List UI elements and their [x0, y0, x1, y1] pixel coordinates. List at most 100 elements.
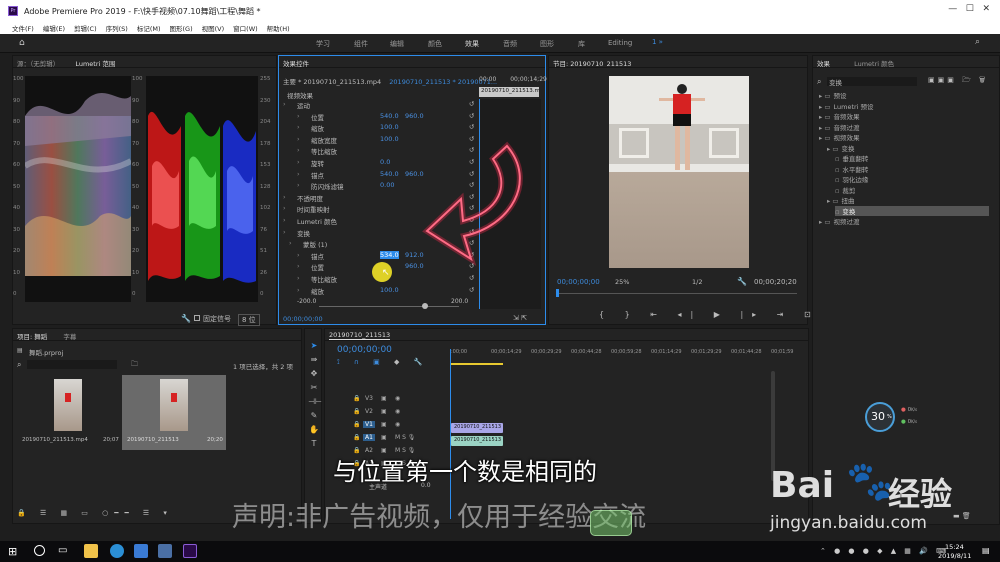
- effects-tree-item[interactable]: ▫ 变换: [835, 205, 989, 216]
- program-playhead[interactable]: [556, 289, 559, 297]
- expand-chevron-icon[interactable]: ›: [283, 204, 286, 212]
- reset-icon[interactable]: ↺: [469, 100, 474, 108]
- expand-chevron-icon[interactable]: ›: [297, 146, 300, 154]
- tab-lumetri-scopes[interactable]: Lumetri 范围: [75, 60, 116, 67]
- sync-icon[interactable]: ▣: [381, 421, 387, 428]
- media-app-icon[interactable]: [158, 544, 172, 558]
- effect-value-x[interactable]: 534.0: [380, 250, 399, 259]
- menu-item[interactable]: 帮助(H): [267, 25, 290, 33]
- effect-row[interactable]: › 缩放 100.0 ↺: [283, 123, 479, 134]
- track-header[interactable]: 🔒 V3 ▣ ◉: [325, 395, 450, 407]
- track-label[interactable]: A1: [363, 434, 375, 441]
- expand-chevron-icon[interactable]: ›: [297, 251, 300, 259]
- windows-start-icon[interactable]: ⊞: [8, 545, 17, 558]
- sync-icon[interactable]: ▣: [381, 434, 387, 441]
- settings-wrench-icon[interactable]: 🔧: [737, 277, 747, 286]
- expand-chevron-icon[interactable]: ›: [283, 100, 286, 108]
- browser-icon[interactable]: [110, 544, 124, 558]
- reset-icon[interactable]: ↺: [469, 286, 474, 294]
- workspace-tab[interactable]: 音频: [503, 39, 517, 49]
- effect-value-x[interactable]: 540.0: [380, 170, 399, 178]
- expand-chevron-icon[interactable]: ›: [297, 135, 300, 143]
- type-icon[interactable]: T: [308, 437, 320, 451]
- menu-item[interactable]: 编辑(E): [43, 25, 65, 33]
- track-header[interactable]: 🔒 V1 ▣ ◉: [325, 421, 450, 433]
- expand-chevron-icon[interactable]: ›: [297, 286, 300, 294]
- effect-row[interactable]: › 运动 ↺: [283, 100, 479, 111]
- timeline-playhead[interactable]: [450, 349, 451, 519]
- premiere-taskbar-icon[interactable]: [183, 544, 197, 558]
- expand-chevron-icon[interactable]: ›: [283, 216, 286, 224]
- pen-icon[interactable]: ✎: [308, 409, 320, 423]
- effects-tree-item[interactable]: ▸ ▭ 视频过渡: [819, 216, 859, 226]
- project-item[interactable]: 20190710_211513.mp4 20;07: [17, 375, 119, 450]
- effects-tree-item[interactable]: ▫ 裁剪: [835, 185, 855, 195]
- menu-item[interactable]: 视图(V): [202, 25, 225, 33]
- expand-chevron-icon[interactable]: ›: [297, 274, 300, 282]
- workspace-tab[interactable]: 颜色: [428, 39, 442, 49]
- effect-row[interactable]: › 位置 540.0 960.0 ↺: [283, 112, 479, 123]
- effect-value-x[interactable]: 540.0: [380, 112, 399, 120]
- workspace-tab[interactable]: 组件: [354, 39, 368, 49]
- workspace-tab[interactable]: Editing: [608, 39, 632, 47]
- expand-chevron-icon[interactable]: ›: [297, 262, 300, 270]
- tab-source[interactable]: 源：（无剪辑）: [17, 60, 59, 67]
- track-label[interactable]: V3: [363, 395, 375, 402]
- workspace-tab[interactable]: 效果: [465, 39, 479, 49]
- program-scrubber[interactable]: [557, 293, 797, 294]
- razor-icon[interactable]: ✂: [308, 381, 320, 395]
- mic-icon[interactable]: M S 🎙: [395, 434, 415, 441]
- effect-value-x[interactable]: 100.0: [380, 286, 399, 294]
- workspace-menu-icon[interactable]: 1 »: [652, 38, 663, 46]
- eye-icon[interactable]: ◉: [395, 395, 400, 402]
- effect-value-x[interactable]: 100.0: [380, 135, 399, 143]
- filter-icons[interactable]: ▣▣▣ 🗁 🗑: [928, 76, 988, 87]
- bit-depth-select[interactable]: 8 位: [238, 314, 260, 326]
- tray-icons[interactable]: ⌃ ● ● ● ◆ ▲ ▦ 🔊 ⌨: [820, 547, 949, 555]
- workspace-tab[interactable]: 学习: [316, 39, 330, 49]
- effects-tree-item[interactable]: ▸ ▭ 变换: [827, 143, 854, 153]
- effect-row[interactable]: › 缩放 100.0 ↺: [283, 286, 479, 297]
- effects-search-input[interactable]: 变换: [827, 77, 917, 87]
- tab-sequence[interactable]: 20190710_211513: [329, 331, 391, 340]
- track-header[interactable]: 🔒 V2 ▣ ◉: [325, 408, 450, 420]
- eye-icon[interactable]: ◉: [395, 421, 400, 428]
- effects-tree-item[interactable]: ▫ 羽化边缘: [835, 174, 868, 184]
- effects-tree-item[interactable]: ▫ 垂直翻转: [835, 153, 868, 163]
- effects-tree-item[interactable]: ▸ ▭ 预设: [819, 90, 846, 100]
- expand-chevron-icon[interactable]: ›: [297, 170, 300, 178]
- wrench-icon[interactable]: 🔧: [181, 314, 191, 323]
- tab-effects[interactable]: 效果: [817, 60, 830, 67]
- eye-icon[interactable]: ◉: [395, 408, 400, 415]
- search-icon[interactable]: ⌕: [975, 37, 980, 47]
- menu-item[interactable]: 序列(S): [106, 25, 128, 33]
- reset-icon[interactable]: ↺: [469, 112, 474, 120]
- expand-chevron-icon[interactable]: ›: [289, 239, 292, 247]
- clamp-checkbox[interactable]: [194, 315, 200, 321]
- clip-selector[interactable]: 主要 * 20190710_211513.mp4 20190710_211513…: [283, 76, 497, 86]
- effect-value-x[interactable]: 0.0: [380, 158, 390, 166]
- sync-icon[interactable]: ▣: [381, 408, 387, 415]
- expand-chevron-icon[interactable]: ›: [283, 228, 286, 236]
- effect-value-x[interactable]: 100.0: [380, 123, 399, 131]
- effect-value-y[interactable]: 960.0: [405, 112, 424, 120]
- effects-tree-item[interactable]: ▸ ▭ 音频过渡: [819, 122, 859, 132]
- workspace-tab[interactable]: 库: [578, 39, 585, 49]
- track-label[interactable]: V2: [363, 408, 375, 415]
- track-label[interactable]: V1: [363, 421, 375, 428]
- menu-item[interactable]: 文件(F): [12, 25, 34, 33]
- video-clip[interactable]: 20190710_211513: [451, 423, 503, 433]
- home-icon[interactable]: ⌂: [19, 38, 25, 48]
- ripple-edit-icon[interactable]: ✥: [308, 367, 320, 381]
- file-explorer-icon[interactable]: [84, 544, 98, 558]
- lock-icon[interactable]: 🔒: [353, 408, 360, 415]
- tab-lumetri-color[interactable]: Lumetri 颜色: [854, 60, 894, 67]
- tab-captions[interactable]: 字幕: [63, 333, 76, 340]
- workspace-tab[interactable]: 图形: [540, 39, 554, 49]
- hand-icon[interactable]: ✋: [308, 423, 320, 437]
- audio-clip[interactable]: 20190710_211513: [451, 436, 503, 446]
- expand-chevron-icon[interactable]: ›: [297, 112, 300, 120]
- folder-icon[interactable]: 🗀: [131, 360, 138, 371]
- slip-icon[interactable]: ⊣⊢: [308, 395, 322, 409]
- window-controls[interactable]: — ☐ ✕: [948, 4, 990, 14]
